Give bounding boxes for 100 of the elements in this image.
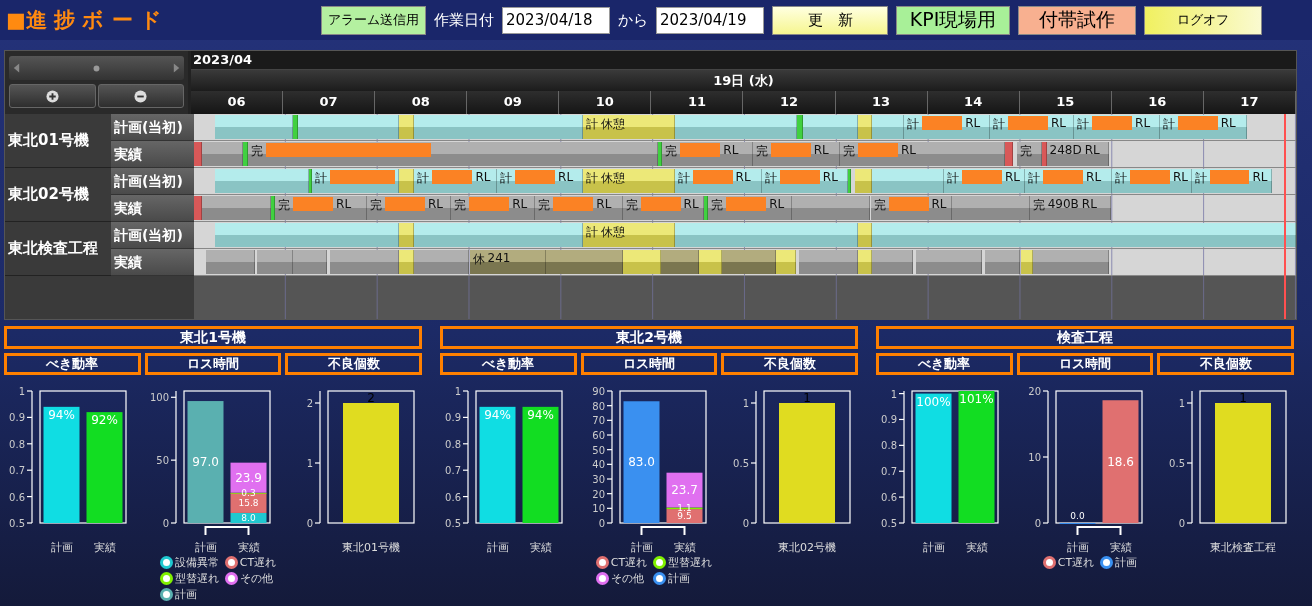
actual-bar[interactable]	[330, 250, 400, 274]
actual-bar[interactable]: 248D RL	[1046, 142, 1110, 166]
stop-bar[interactable]	[1041, 142, 1047, 166]
plan-bar[interactable]: 計 RL	[414, 169, 498, 193]
bar-suffix: RL	[475, 170, 491, 184]
break-bar[interactable]	[399, 223, 415, 247]
axis-label: 10	[1028, 452, 1041, 463]
break-bar[interactable]	[1020, 250, 1033, 274]
plan-bar[interactable]	[872, 115, 905, 139]
plan-bar[interactable]: 計 RL	[1159, 115, 1247, 139]
trial-button[interactable]: 付帯試作	[1018, 5, 1136, 35]
scrollbar[interactable]	[9, 56, 184, 80]
actual-bar[interactable]: 完 RL	[366, 196, 452, 220]
plan-bar[interactable]: 計 RL	[1191, 169, 1272, 193]
changeover-bar[interactable]	[847, 169, 851, 193]
plan-bar[interactable]: 計 RL	[1112, 169, 1192, 193]
break-bar[interactable]	[858, 115, 872, 139]
actual-bar[interactable]	[792, 196, 871, 220]
break-bar[interactable]	[399, 250, 415, 274]
actual-bar[interactable]: 完 RL	[839, 142, 1006, 166]
bar-mark: 完	[278, 197, 291, 214]
hold-bar[interactable]	[660, 250, 700, 274]
break-bar[interactable]: 計 休憩	[582, 223, 675, 247]
plan-bar[interactable]	[872, 223, 1296, 247]
app-title: ■進 捗 ボ ー ド	[6, 7, 164, 34]
actual-bar[interactable]: 完 RL	[622, 196, 704, 220]
break-bar[interactable]	[858, 250, 872, 274]
zoom-in-button[interactable]	[9, 84, 96, 108]
axis-label: 80	[592, 400, 605, 412]
axis-label: 東北検査工程	[1210, 541, 1276, 554]
break-bar[interactable]: 計 休憩	[582, 169, 675, 193]
actual-bar[interactable]: 完 RL	[275, 196, 367, 220]
plan-bar[interactable]	[215, 169, 309, 193]
actual-bar[interactable]	[985, 250, 1021, 274]
plan-bar[interactable]: 計 RL	[904, 115, 990, 139]
plan-bar[interactable]	[215, 115, 294, 139]
plan-bar[interactable]	[872, 169, 944, 193]
plan-bar[interactable]: 計	[311, 169, 400, 193]
scroll-thumb-icon[interactable]	[93, 64, 100, 72]
changeover-bar[interactable]	[242, 142, 248, 166]
plan-bar[interactable]	[674, 115, 798, 139]
actual-bar[interactable]	[798, 250, 859, 274]
plan-bar[interactable]: 計 RL	[761, 169, 848, 193]
kpi-button[interactable]: KPI現場用	[896, 5, 1010, 35]
actual-bar[interactable]: 完 490B RL	[1029, 196, 1111, 220]
actual-bar[interactable]	[256, 250, 294, 274]
actual-bar[interactable]: 完 RL	[752, 142, 840, 166]
actual-bar[interactable]	[414, 250, 470, 274]
actual-bar[interactable]	[293, 250, 328, 274]
actual-bar[interactable]	[201, 142, 243, 166]
actual-bar[interactable]	[206, 250, 256, 274]
break-bar[interactable]: 計 休憩	[582, 115, 675, 139]
actual-bar[interactable]	[201, 196, 271, 220]
actual-bar[interactable]	[1032, 250, 1110, 274]
plan-bar[interactable]: 計 RL	[1074, 115, 1160, 139]
actual-bar[interactable]: 完 RL	[451, 196, 536, 220]
actual-bar[interactable]: 完 RL	[535, 196, 623, 220]
actual-bar[interactable]: 完	[247, 142, 658, 166]
scroll-right-icon[interactable]	[172, 62, 181, 74]
scroll-left-icon[interactable]	[12, 62, 21, 74]
plan-bar[interactable]: 計 RL	[1025, 169, 1113, 193]
stop-bar[interactable]	[194, 196, 202, 220]
break-bar[interactable]	[399, 115, 415, 139]
actual-bar[interactable]: 完 RL	[870, 196, 952, 220]
plan-bar[interactable]: 計 RL	[943, 169, 1026, 193]
value-label: 94%	[48, 407, 75, 422]
plan-bar[interactable]: 計 RL	[674, 169, 762, 193]
plan-bar[interactable]	[215, 223, 400, 247]
hold-bar[interactable]	[546, 250, 623, 274]
break-bar[interactable]	[858, 223, 872, 247]
break-bar[interactable]	[399, 169, 415, 193]
alarm-button[interactable]: アラーム送信用	[321, 5, 426, 35]
actual-bar[interactable]	[951, 196, 1030, 220]
break-bar[interactable]	[699, 250, 723, 274]
break-bar[interactable]	[855, 169, 872, 193]
changeover-bar[interactable]	[293, 115, 299, 139]
hold-bar[interactable]: 休 241	[469, 250, 546, 274]
bar-suffix: RL	[1086, 170, 1102, 184]
date-field[interactable]: 2023/04/19	[656, 6, 764, 34]
logoff-button[interactable]: ログオフ	[1144, 5, 1262, 35]
plan-bar[interactable]	[414, 115, 583, 139]
actual-bar[interactable]	[872, 250, 914, 274]
plan-bar[interactable]	[803, 115, 859, 139]
refresh-button[interactable]: 更 新	[772, 5, 888, 35]
date-field[interactable]: 2023/04/18	[502, 6, 610, 34]
plan-bar[interactable]: 計 RL	[497, 169, 583, 193]
break-bar[interactable]	[622, 250, 661, 274]
actual-bar[interactable]: 完	[1017, 142, 1042, 166]
changeover-bar[interactable]	[797, 115, 804, 139]
plan-bar[interactable]	[298, 115, 400, 139]
zoom-out-button[interactable]	[97, 84, 184, 108]
stop-bar[interactable]	[194, 142, 202, 166]
actual-bar[interactable]: 完 RL	[708, 196, 793, 220]
changeover-bar[interactable]	[308, 169, 312, 193]
actual-bar[interactable]	[916, 250, 983, 274]
actual-bar[interactable]: 完 RL	[662, 142, 753, 166]
plan-bar[interactable]: 計 RL	[989, 115, 1075, 139]
break-bar[interactable]	[775, 250, 796, 274]
stop-bar[interactable]	[1005, 142, 1013, 166]
plan-bar[interactable]	[414, 223, 583, 247]
